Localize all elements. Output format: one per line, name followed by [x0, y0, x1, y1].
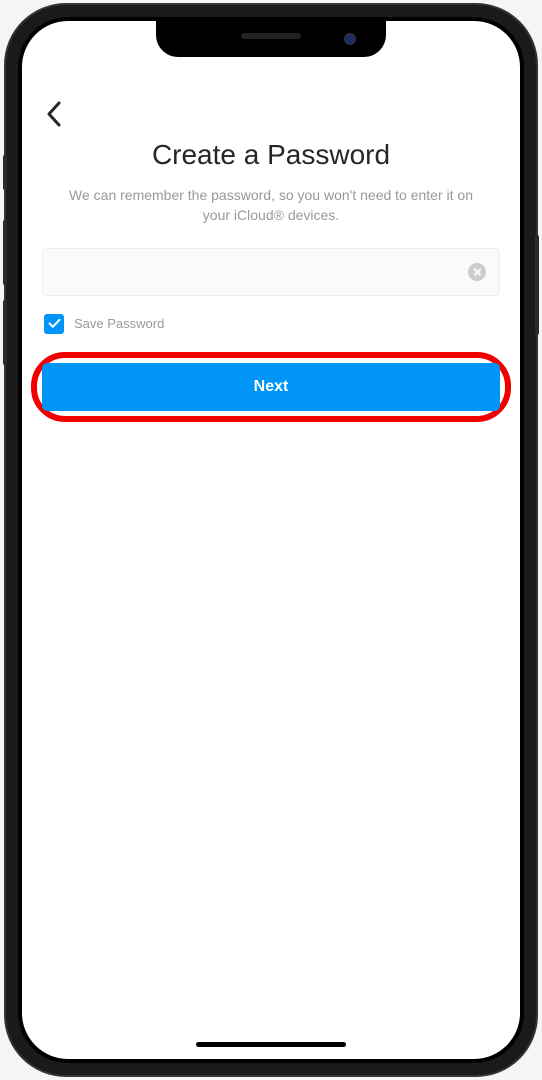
phone-side-button [3, 220, 7, 285]
page-title: Create a Password [42, 139, 500, 171]
screen: Create a Password We can remember the pa… [22, 21, 520, 1059]
phone-inner: Create a Password We can remember the pa… [18, 17, 524, 1063]
annotation-highlight: Next [31, 352, 511, 422]
page-content: Create a Password We can remember the pa… [22, 21, 520, 1059]
checkmark-icon [48, 318, 61, 329]
password-input[interactable] [42, 248, 500, 296]
clear-input-icon[interactable] [468, 263, 486, 281]
save-password-checkbox[interactable] [44, 314, 64, 334]
save-password-label: Save Password [74, 316, 164, 331]
phone-frame: Create a Password We can remember the pa… [6, 5, 536, 1075]
phone-camera [344, 33, 356, 45]
save-password-row: Save Password [42, 314, 500, 334]
next-button[interactable]: Next [42, 363, 500, 411]
password-input-wrapper [42, 248, 500, 296]
chevron-left-icon [46, 101, 62, 127]
phone-notch [156, 21, 386, 57]
phone-side-button [535, 235, 539, 335]
page-subtitle: We can remember the password, so you won… [42, 185, 500, 226]
home-indicator[interactable] [196, 1042, 346, 1047]
phone-speaker [241, 33, 301, 39]
phone-side-button [3, 300, 7, 365]
phone-side-button [3, 155, 7, 190]
back-button[interactable] [46, 101, 62, 132]
